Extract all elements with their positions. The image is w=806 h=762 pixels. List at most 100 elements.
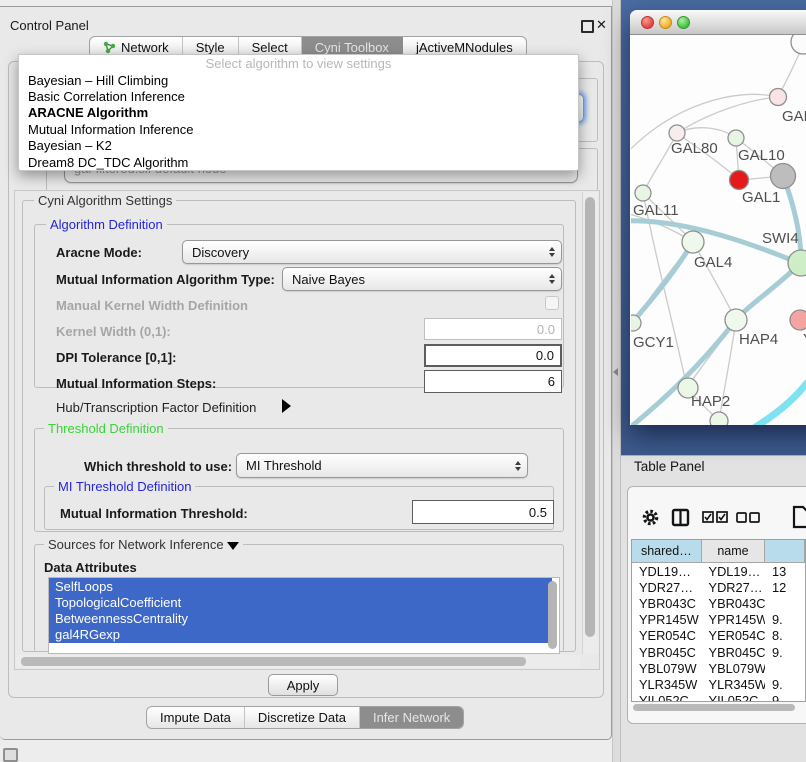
network-node-hap4[interactable]	[725, 309, 747, 331]
network-node-gal1[interactable]	[730, 171, 749, 190]
tab-label: Discretize Data	[258, 710, 346, 725]
close-icon[interactable]: ✕	[596, 17, 607, 33]
panel-splitter[interactable]	[612, 0, 621, 762]
network-edge[interactable]	[783, 176, 801, 262]
network-edge[interactable]	[754, 383, 806, 425]
select-all-checks-icon[interactable]	[702, 511, 728, 523]
network-node-gal80[interactable]	[669, 125, 685, 141]
control-panel-title: Control Panel	[10, 18, 89, 33]
float-window-icon[interactable]	[581, 20, 594, 33]
algorithm-dropdown-item[interactable]: Dream8 DC_TDC Algorithm	[19, 154, 578, 170]
aracne-mode-combo[interactable]: Discovery	[182, 240, 562, 264]
table-row[interactable]: YLR345WYLR345W9.	[632, 676, 805, 692]
table-row[interactable]: YIL052CYIL052C9	[632, 693, 805, 703]
network-node-gal11[interactable]	[635, 185, 651, 201]
hub-section-label[interactable]: Hub/Transcription Factor Definition	[56, 400, 256, 415]
algorithm-dropdown-item[interactable]: Bayesian – K2	[19, 138, 578, 154]
settings-horizontal-scrollbar[interactable]	[16, 655, 580, 668]
expand-arrow-icon[interactable]	[282, 399, 291, 413]
minimized-panel-icon[interactable]	[3, 748, 18, 762]
table-row[interactable]: YPR145WYPR145W9.	[632, 612, 805, 628]
algorithm-dropdown-item[interactable]: Mutual Information Inference	[19, 121, 578, 137]
zoom-traffic-light-icon[interactable]	[677, 16, 690, 29]
network-edge[interactable]	[677, 97, 778, 133]
close-traffic-light-icon[interactable]	[641, 16, 654, 29]
node-table[interactable]: shared…name YDL19…YDL19…13YDR27…YDR27…12…	[631, 539, 806, 702]
algorithm-dropdown-item[interactable]: ARACNE Algorithm	[19, 105, 578, 121]
network-edge[interactable]	[631, 242, 693, 331]
list-scrollbar[interactable]	[548, 581, 557, 649]
kernel-width-field[interactable]: 0.0	[424, 318, 562, 340]
gear-icon[interactable]	[641, 508, 660, 527]
columns-icon[interactable]	[671, 508, 690, 527]
splitter-collapse-icon[interactable]	[613, 368, 618, 376]
data-attribute-item[interactable]: BetweennessCentrality	[49, 610, 552, 626]
deselect-all-checks-icon[interactable]	[736, 512, 760, 523]
network-node-gal4[interactable]	[682, 231, 704, 253]
aracne-mode-label: Aracne Mode:	[56, 245, 142, 260]
tab-label: Cyni Toolbox	[315, 40, 389, 55]
network-node[interactable]	[710, 412, 728, 425]
sources-title[interactable]: Sources for Network Inference	[44, 538, 243, 551]
network-icon	[103, 41, 116, 54]
table-cell: YLR345W	[702, 676, 765, 692]
tab-label: Select	[252, 40, 288, 55]
which-threshold-combo[interactable]: MI Threshold	[236, 453, 528, 478]
network-node[interactable]	[771, 164, 796, 189]
mi-threshold-label: Mutual Information Threshold:	[60, 506, 248, 521]
table-cell: YPR145W	[632, 612, 702, 628]
network-node-gcy1[interactable]	[631, 315, 641, 331]
which-threshold-value: MI Threshold	[246, 458, 322, 473]
data-attribute-item[interactable]: SelfLoops	[49, 578, 552, 594]
mi-threshold-field[interactable]: 0.5	[412, 500, 554, 524]
network-node-gal[interactable]	[770, 89, 787, 106]
tab-discretize-data[interactable]: Discretize Data	[245, 707, 360, 728]
manual-kernel-checkbox[interactable]	[545, 296, 559, 310]
table-row[interactable]: YBR045CYBR045C9.	[632, 644, 805, 660]
network-node-gal10[interactable]	[728, 130, 744, 146]
table-cell: YBR045C	[632, 644, 702, 660]
algorithm-dropdown-popup: Select algorithm to view settings Bayesi…	[18, 54, 579, 171]
network-edge[interactable]	[677, 128, 736, 138]
algorithm-dropdown-item[interactable]: Basic Correlation Inference	[19, 88, 578, 104]
table-column-header[interactable]: shared…	[632, 540, 702, 562]
document-icon[interactable]	[792, 505, 806, 529]
table-horizontal-scrollbar[interactable]	[631, 703, 806, 713]
data-attributes-list[interactable]: SelfLoopsTopologicalCoefficientBetweenne…	[48, 577, 560, 654]
table-row[interactable]: YDL19…YDL19…13	[632, 563, 805, 579]
table-row[interactable]: YBR043CYBR043C	[632, 595, 805, 611]
table-column-header[interactable]	[765, 540, 805, 562]
mi-type-combo[interactable]: Naive Bayes	[282, 267, 562, 291]
dpi-tolerance-field[interactable]: 0.0	[424, 344, 562, 367]
minimize-traffic-light-icon[interactable]	[659, 16, 672, 29]
table-cell: 9.	[765, 676, 805, 692]
network-window-titlebar[interactable]	[630, 10, 806, 35]
network-canvas[interactable]: GALGAL80GAL10GAL1GAL11SWI4GAL4GCY1HAP4YH…	[631, 35, 806, 425]
tab-infer-network[interactable]: Infer Network	[360, 707, 463, 728]
table-cell: YBR045C	[702, 644, 765, 660]
table-row[interactable]: YBL079WYBL079W	[632, 660, 805, 676]
algorithm-dropdown-item[interactable]: Bayesian – Hill Climbing	[19, 72, 578, 88]
table-cell: YBR043C	[702, 595, 765, 611]
table-cell: YDL19…	[702, 563, 765, 579]
table-cell: YIL052C	[702, 693, 765, 703]
table-row[interactable]: YDR27…YDR27…12	[632, 579, 805, 595]
network-node-label: GAL11	[633, 202, 679, 219]
tab-impute-data[interactable]: Impute Data	[147, 707, 245, 728]
table-column-header[interactable]: name	[702, 540, 766, 562]
algorithm-definition-title: Algorithm Definition	[46, 218, 167, 231]
table-cell: YBR043C	[632, 595, 702, 611]
kernel-width-label: Kernel Width (0,1):	[56, 324, 171, 339]
settings-vertical-scrollbar[interactable]	[582, 192, 598, 654]
apply-button[interactable]: Apply	[268, 674, 338, 696]
network-node-label: GAL1	[742, 189, 780, 206]
data-attribute-item[interactable]: TopologicalCoefficient	[49, 594, 552, 610]
network-node-y[interactable]	[790, 310, 806, 330]
cyni-mode-tabs: Impute Data Discretize Data Infer Network	[146, 706, 464, 729]
table-row[interactable]: YER054CYER054C8.	[632, 628, 805, 644]
data-attribute-item[interactable]: gal4RGexp	[49, 627, 552, 643]
mi-steps-field[interactable]: 6	[424, 370, 562, 393]
table-cell: 9	[765, 693, 805, 703]
network-node[interactable]	[791, 35, 806, 54]
dpi-tolerance-label: DPI Tolerance [0,1]:	[56, 350, 176, 365]
